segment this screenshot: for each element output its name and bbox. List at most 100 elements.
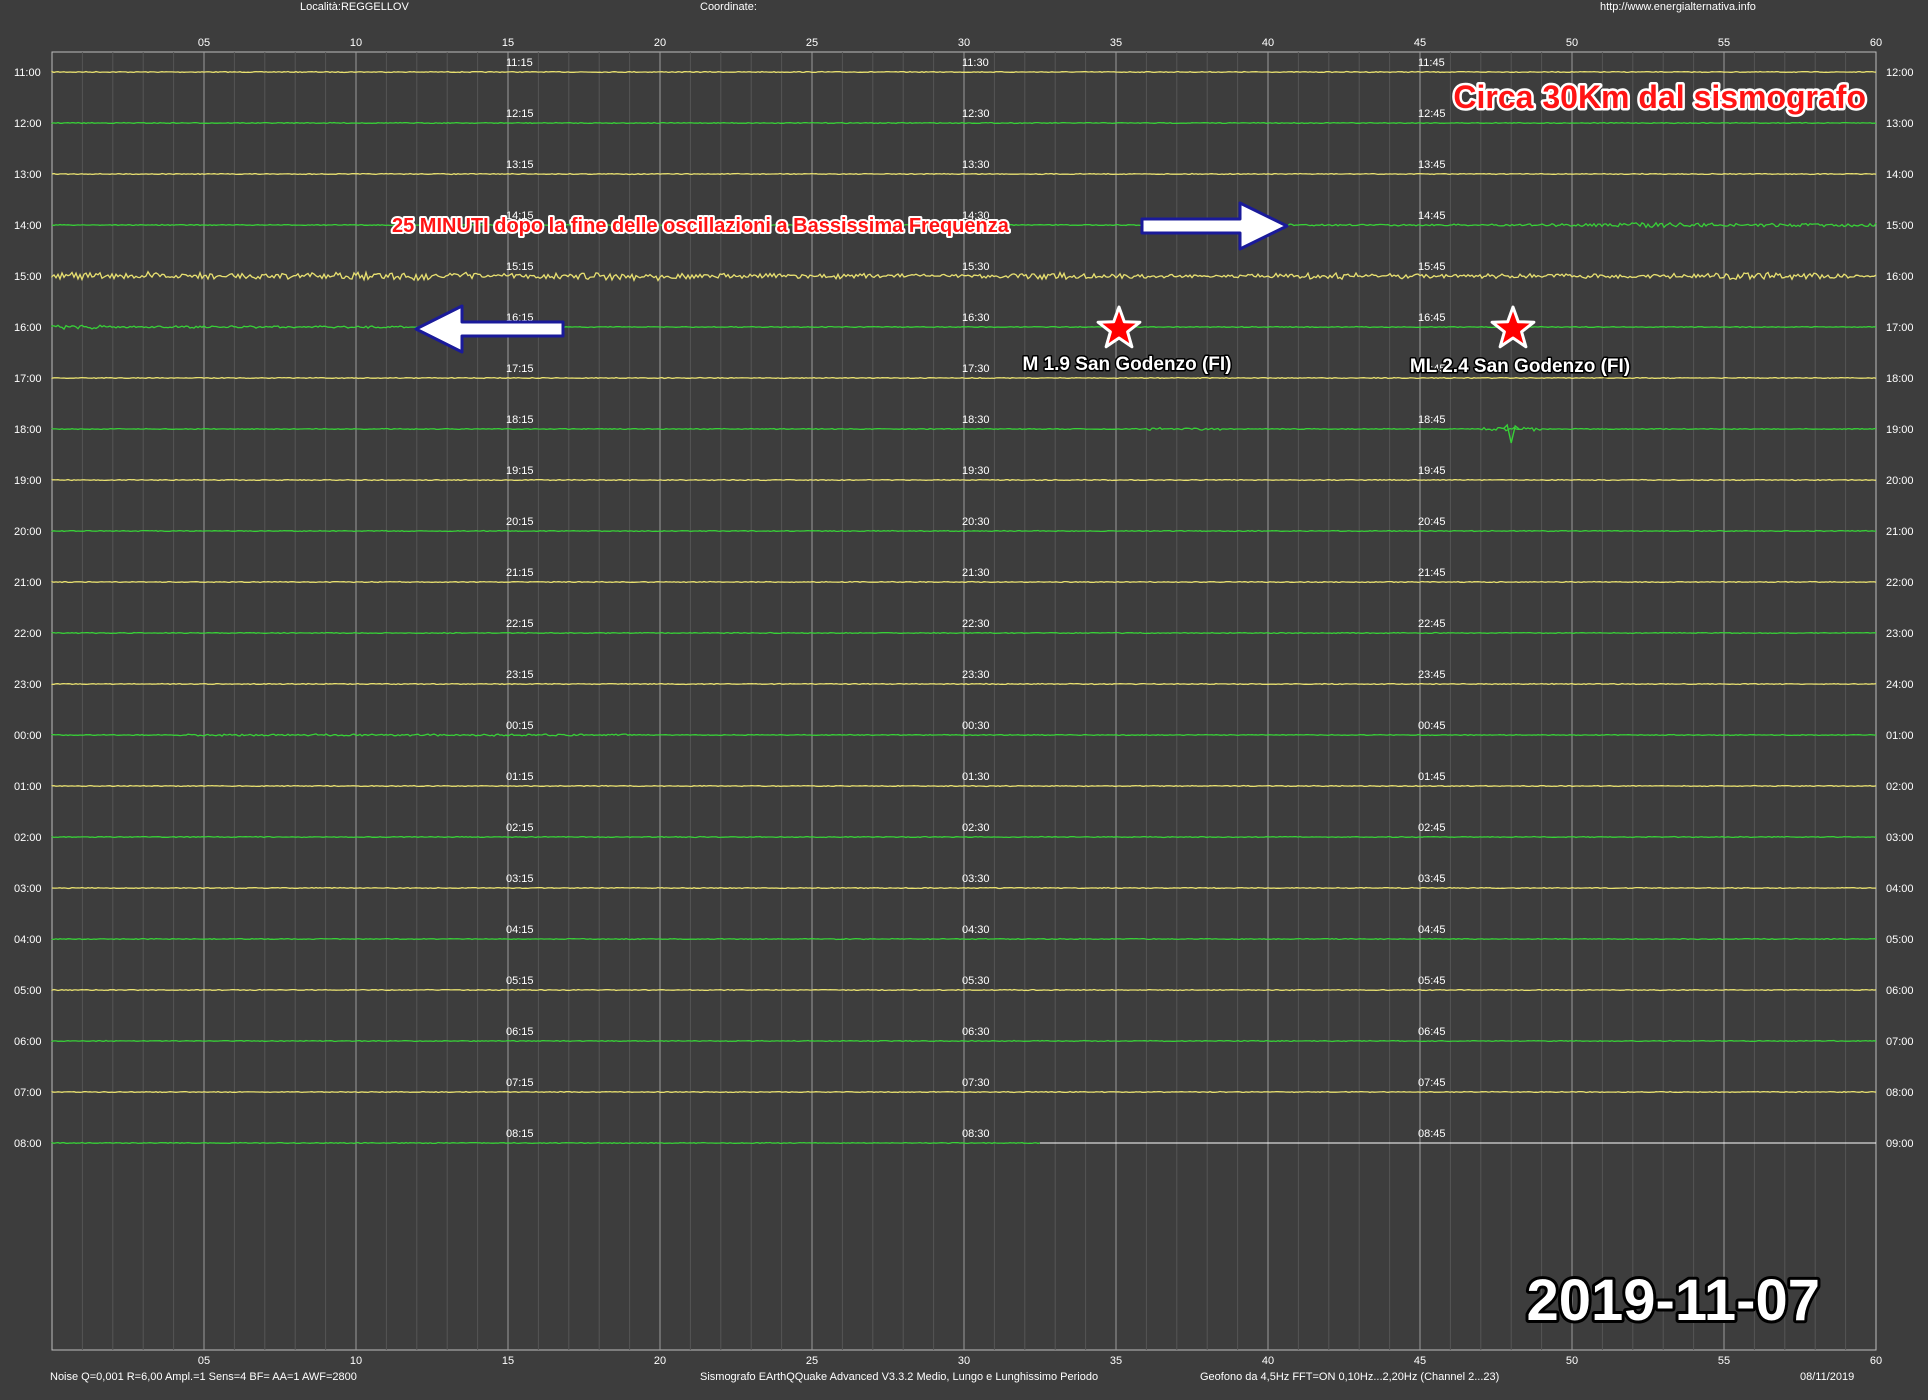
quarter-label: 15:45 <box>1418 261 1446 273</box>
minute-tick-bottom: 10 <box>350 1355 362 1367</box>
seismic-trace <box>51 172 1877 176</box>
seismic-trace <box>51 529 1876 533</box>
note-annotation: 25 MINUTI dopo la fine delle oscillazion… <box>392 215 1010 237</box>
minute-tick-bottom: 45 <box>1414 1355 1426 1367</box>
hour-label-right: 23:00 <box>1886 628 1914 640</box>
hour-label-left: 22:00 <box>14 628 42 640</box>
hour-label-right: 24:00 <box>1886 679 1914 691</box>
hour-label-right: 20:00 <box>1886 475 1914 487</box>
footer-settings: Noise Q=0,001 R=6,00 Ampl.=1 Sens=4 BF= … <box>50 1371 357 1383</box>
hour-label-left: 00:00 <box>14 730 42 742</box>
quarter-label: 07:45 <box>1418 1077 1446 1089</box>
hour-label-left: 06:00 <box>14 1036 42 1048</box>
quarter-label: 05:15 <box>506 975 534 987</box>
quarter-label: 08:15 <box>506 1128 534 1140</box>
quarter-label: 11:30 <box>962 57 989 69</box>
hour-label-left: 19:00 <box>14 475 42 487</box>
hour-label-right: 07:00 <box>1886 1036 1914 1048</box>
seismic-trace <box>51 478 1877 482</box>
hour-label-right: 04:00 <box>1886 883 1914 895</box>
footer-date: 08/11/2019 <box>1800 1371 1854 1383</box>
seismic-trace <box>51 1039 1877 1043</box>
quarter-label: 22:45 <box>1418 618 1446 630</box>
seismic-trace <box>51 1090 1877 1094</box>
quarter-label: 23:45 <box>1418 669 1446 681</box>
quarter-label: 23:30 <box>962 669 990 681</box>
minute-tick-bottom: 20 <box>654 1355 666 1367</box>
quarter-label: 12:30 <box>962 108 990 120</box>
minute-tick-top: 40 <box>1262 37 1274 49</box>
seismic-trace <box>51 835 1877 839</box>
minute-tick-top: 05 <box>198 37 210 49</box>
hour-label-left: 23:00 <box>14 679 42 691</box>
minute-tick-top: 30 <box>958 37 970 49</box>
quarter-label: 04:15 <box>506 924 534 936</box>
footer-software: Sismografo EArthQQuake Advanced V3.3.2 M… <box>700 1371 1098 1383</box>
seismic-trace <box>51 937 1877 941</box>
seismic-trace <box>51 784 1877 788</box>
event2-label: ML 2.4 San Godenzo (FI) <box>1410 356 1630 377</box>
quarter-label: 17:30 <box>962 363 990 375</box>
seismic-trace <box>51 580 1877 584</box>
quarter-label: 17:15 <box>506 363 534 375</box>
minute-tick-bottom: 55 <box>1718 1355 1730 1367</box>
hour-label-right: 08:00 <box>1886 1087 1914 1099</box>
seismic-trace <box>51 631 1876 635</box>
quarter-label: 12:45 <box>1418 108 1446 120</box>
hour-label-right: 21:00 <box>1886 526 1914 538</box>
quarter-label: 00:15 <box>506 720 534 732</box>
arrow-left-icon <box>414 304 565 354</box>
hour-label-left: 03:00 <box>14 883 42 895</box>
header-location: Località:REGGELLOV <box>300 1 409 13</box>
quarter-label: 04:45 <box>1418 924 1446 936</box>
quarter-label: 20:15 <box>506 516 534 528</box>
minute-tick-top: 50 <box>1566 37 1578 49</box>
quarter-label: 02:15 <box>506 822 534 834</box>
hour-label-right: 05:00 <box>1886 934 1914 946</box>
seismic-trace <box>51 121 1877 125</box>
hour-label-left: 04:00 <box>14 934 42 946</box>
hour-label-left: 08:00 <box>14 1138 42 1150</box>
hour-label-left: 01:00 <box>14 781 42 793</box>
quarter-label: 21:15 <box>506 567 534 579</box>
quarter-label: 12:15 <box>506 108 534 120</box>
minute-tick-top: 60 <box>1870 37 1882 49</box>
arrow-right-icon <box>1140 201 1289 251</box>
minute-tick-bottom: 15 <box>502 1355 514 1367</box>
hour-label-right: 09:00 <box>1886 1138 1914 1150</box>
event1-label: M 1.9 San Godenzo (FI) <box>1022 354 1231 375</box>
seismic-trace <box>51 1141 1041 1145</box>
quarter-label: 18:15 <box>506 414 534 426</box>
quarter-label: 11:45 <box>1418 57 1445 69</box>
quarter-label: 03:15 <box>506 873 534 885</box>
hour-label-right: 13:00 <box>1886 118 1914 130</box>
hour-label-left: 15:00 <box>14 271 42 283</box>
hour-label-left: 18:00 <box>14 424 42 436</box>
star-icon <box>1096 305 1142 349</box>
hour-label-left: 11:00 <box>14 67 41 79</box>
hour-label-right: 15:00 <box>1886 220 1914 232</box>
event-marker-1: M 1.9 San Godenzo (FI) <box>1021 305 1233 377</box>
hour-label-right: 02:00 <box>1886 781 1914 793</box>
quarter-label: 05:30 <box>962 975 990 987</box>
quarter-label: 01:15 <box>506 771 534 783</box>
hour-label-right: 14:00 <box>1886 169 1914 181</box>
seismogram-canvas: 05 05 10 10 15 15 20 20 25 25 30 30 35 35 40 40 45 45 50 50… <box>14 1 1914 1383</box>
header-url[interactable]: http://www.energialternativa.info <box>1600 1 1756 13</box>
distance-annotation: Circa 30Km dal sismografo <box>1453 79 1866 115</box>
quarter-label: 13:15 <box>506 159 534 171</box>
quarter-label: 05:45 <box>1418 975 1446 987</box>
hour-label-right: 22:00 <box>1886 577 1914 589</box>
quarter-label: 08:45 <box>1418 1128 1446 1140</box>
hour-label-right: 19:00 <box>1886 424 1914 436</box>
minute-tick-top: 20 <box>654 37 666 49</box>
quarter-label: 19:30 <box>962 465 990 477</box>
hour-label-right: 03:00 <box>1886 832 1914 844</box>
quarter-label: 22:30 <box>962 618 990 630</box>
quarter-label: 13:45 <box>1418 159 1446 171</box>
quarter-label: 20:45 <box>1418 516 1446 528</box>
quarter-label: 20:30 <box>962 516 990 528</box>
minute-tick-top: 45 <box>1414 37 1426 49</box>
quarter-label: 02:45 <box>1418 822 1446 834</box>
quarter-label: 18:45 <box>1418 414 1446 426</box>
